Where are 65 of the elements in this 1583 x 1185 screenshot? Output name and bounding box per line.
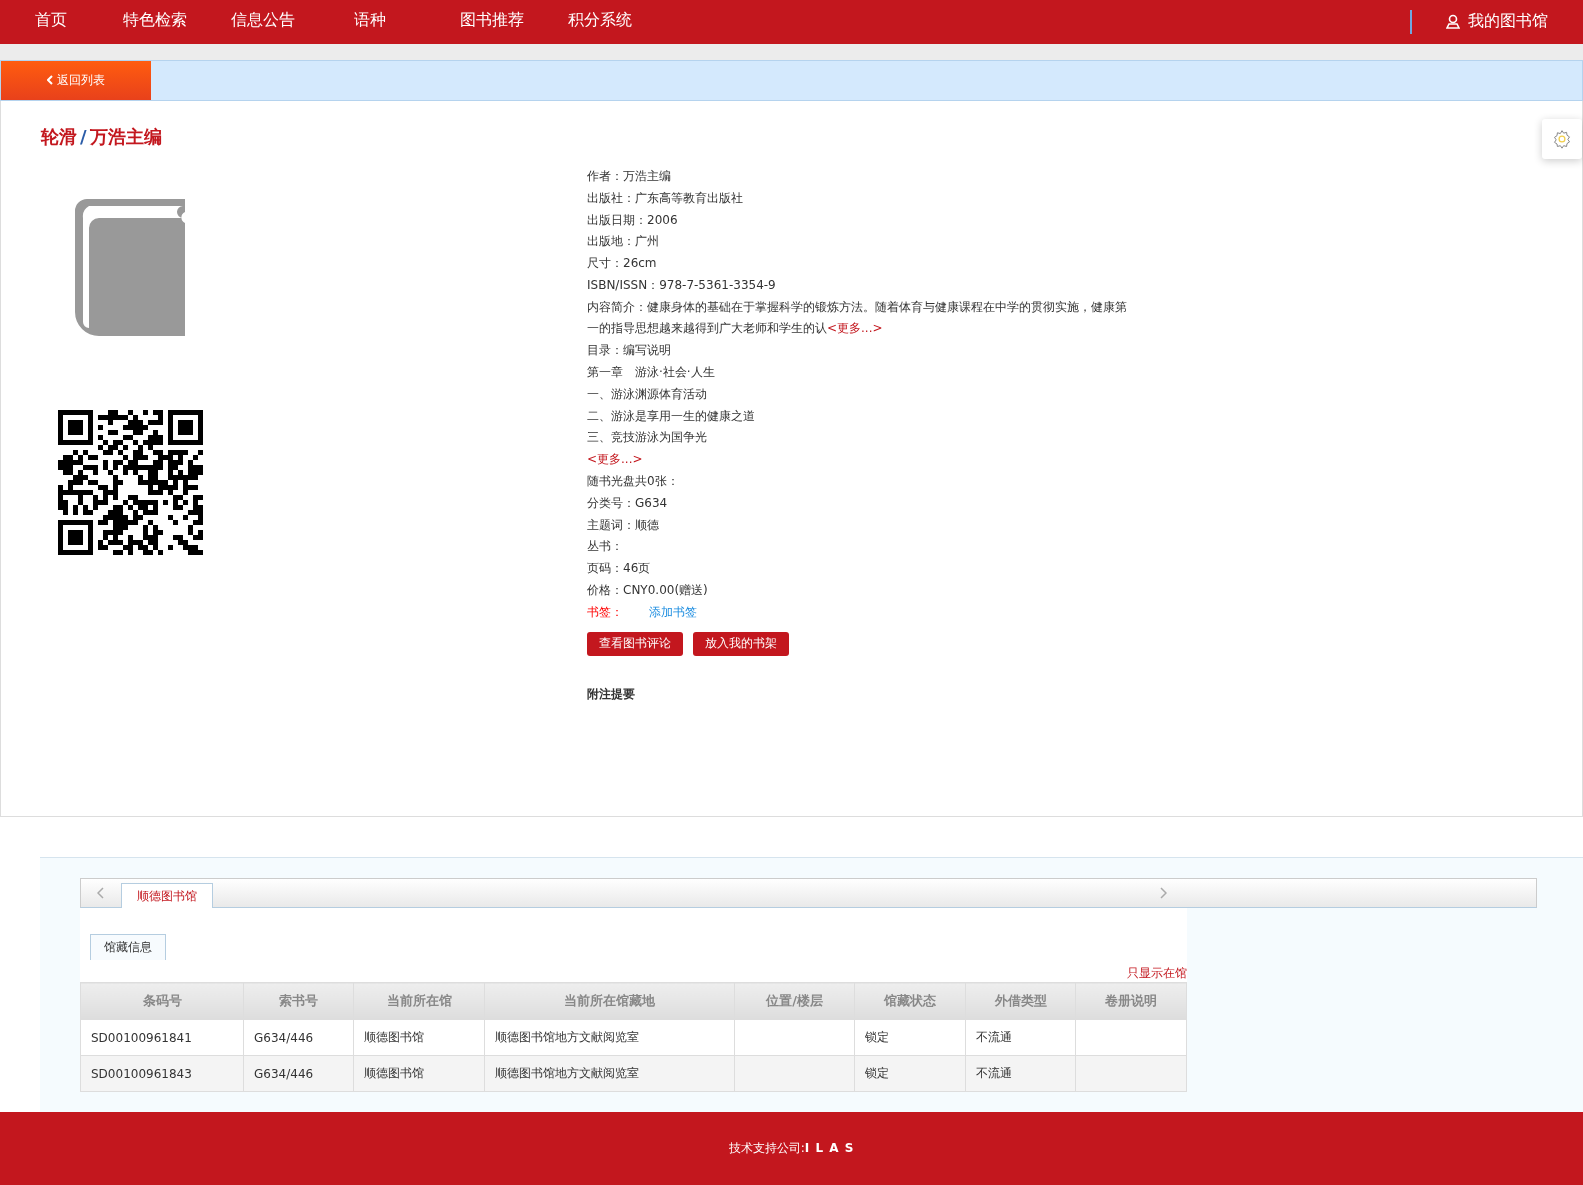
footer-text: 技术支持公司:I L A S [728, 1140, 855, 1158]
detail-field: 作者：万浩主编 [587, 165, 1132, 188]
summary-paragraph: 内容简介：健康身体的基础在于掌握科学的锻炼方法。随着体育与健康课程在中学的贯彻实施，健康第一的指导思想越来越得到广大老师和学生的认<更多...> [587, 298, 1128, 338]
table-cell: G634/446 [243, 1019, 354, 1056]
nav-item[interactable]: 特色检索 [123, 10, 187, 34]
table-cell: 不流通 [965, 1019, 1076, 1056]
detail-field: 出版地：广州 [587, 231, 1132, 254]
more-link[interactable]: <更多...> [827, 321, 883, 336]
table-cell: G634/446 [243, 1055, 354, 1092]
table-cell: 锁定 [854, 1055, 966, 1092]
detail-field: ISBN/ISSN：978-7-5361-3354-9 [587, 274, 1132, 297]
column-header: 位置/楼层 [734, 982, 855, 1020]
holdings-tab[interactable]: 馆藏信息 [90, 934, 166, 961]
detail-field: 页码：46页 [587, 558, 1132, 581]
table-cell: 顺德图书馆 [353, 1055, 485, 1092]
detail-text: 三、竞技游泳为国争光 [587, 429, 708, 447]
filter-link[interactable]: 只显示在馆 [1127, 965, 1187, 983]
chevron-left-icon [47, 75, 53, 86]
column-header: 当前所在馆 [353, 982, 485, 1020]
detail-field: 出版社：广东高等教育出版社 [587, 187, 1132, 210]
detail-text: 二、游泳是享用一生的健康之道 [587, 407, 756, 425]
nav-item[interactable]: 图书推荐 [460, 10, 524, 34]
column-header: 条码号 [80, 982, 244, 1020]
table-cell: 顺德图书馆地方文献阅览室 [484, 1019, 735, 1056]
action-button[interactable]: 放入我的书架 [693, 631, 789, 656]
user-icon [1446, 14, 1460, 30]
table-cell: SD00100961843 [80, 1055, 244, 1092]
table-cell: 锁定 [854, 1019, 966, 1056]
detail-text: 随书光盘共0张： [587, 473, 680, 491]
action-button[interactable]: 查看图书评论 [587, 631, 683, 656]
detail-field: 尺寸：26cm [587, 253, 1132, 275]
library-tab[interactable]: 顺德图书馆 [121, 883, 213, 909]
more-link[interactable]: <更多...> [587, 452, 643, 467]
my-library-link[interactable]: 我的图书馆 [1446, 11, 1548, 33]
detail-field: 分类号：G634 [587, 492, 1132, 515]
table-cell: 顺德图书馆 [353, 1019, 485, 1056]
column-header: 卷册说明 [1075, 982, 1187, 1020]
detail-field: 价格：CNY0.00(赠送) [587, 580, 1132, 602]
table-cell: 顺德图书馆地方文献阅览室 [484, 1055, 735, 1092]
column-header: 馆藏状态 [854, 982, 966, 1020]
settings-button[interactable] [1542, 118, 1582, 159]
chevron-right-icon [1159, 887, 1167, 900]
add-bookmark-link[interactable]: 添加书签 [649, 604, 697, 619]
notes-heading: 附注提要 [587, 685, 636, 703]
nav-item[interactable]: 首页 [35, 10, 67, 34]
nav-item[interactable]: 语种 [354, 10, 386, 34]
column-header: 外借类型 [965, 982, 1076, 1020]
column-header: 当前所在馆藏地 [484, 982, 735, 1020]
nav-item[interactable]: 信息公告 [231, 10, 295, 34]
detail-field: 目录：编写说明 [587, 340, 1132, 363]
detail-field: 主题词：顺德 [587, 514, 1132, 537]
book-title: 轮滑 / 万浩主编 [41, 124, 163, 149]
detail-text: 丛书： [587, 538, 624, 556]
chevron-left-icon [97, 887, 105, 900]
back-button[interactable]: 返回列表 [1, 60, 151, 100]
detail-text: 一、游泳渊源体育活动 [587, 385, 708, 403]
table-cell: 不流通 [965, 1055, 1076, 1092]
detail-field: 出版日期：2006 [587, 209, 1132, 232]
detail-text: 第一章 游泳·社会·人生 [587, 364, 716, 382]
nav-item[interactable]: 积分系统 [568, 10, 632, 34]
bookmark-label: 书签： [587, 604, 623, 619]
table-cell: SD00100961841 [80, 1019, 244, 1056]
book-icon [75, 198, 185, 336]
settings-icon [1552, 128, 1572, 149]
column-header: 索书号 [243, 982, 354, 1020]
